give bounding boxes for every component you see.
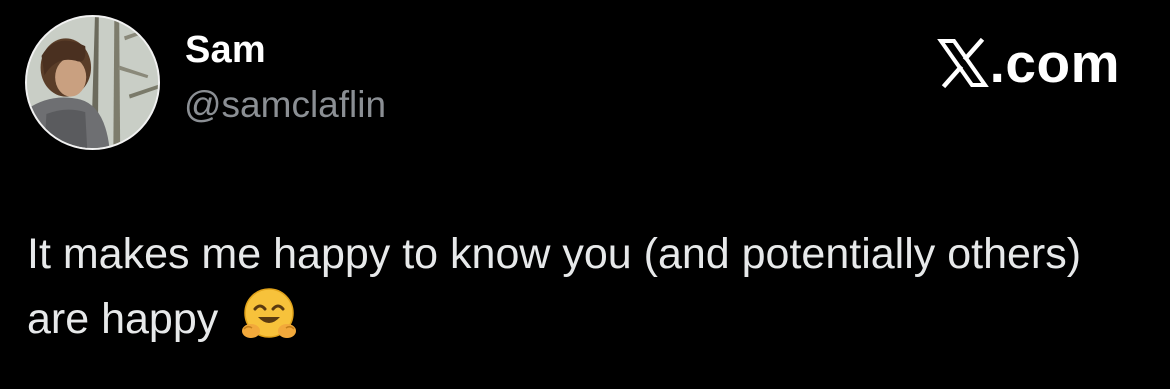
profile-photo: [27, 17, 158, 148]
user-handle[interactable]: @samclaflin: [184, 84, 386, 126]
tweet-text-block: It makes me happy to know you (and poten…: [27, 223, 1137, 350]
brand-label: .com: [989, 32, 1120, 94]
avatar[interactable]: [25, 15, 160, 150]
tweet-text: It makes me happy to know you (and poten…: [27, 230, 1082, 343]
display-name[interactable]: Sam: [185, 29, 266, 72]
hugging-face-emoji-icon: [238, 285, 300, 347]
x-logo-icon: [936, 37, 989, 89]
brand-watermark: .com: [936, 31, 1120, 95]
